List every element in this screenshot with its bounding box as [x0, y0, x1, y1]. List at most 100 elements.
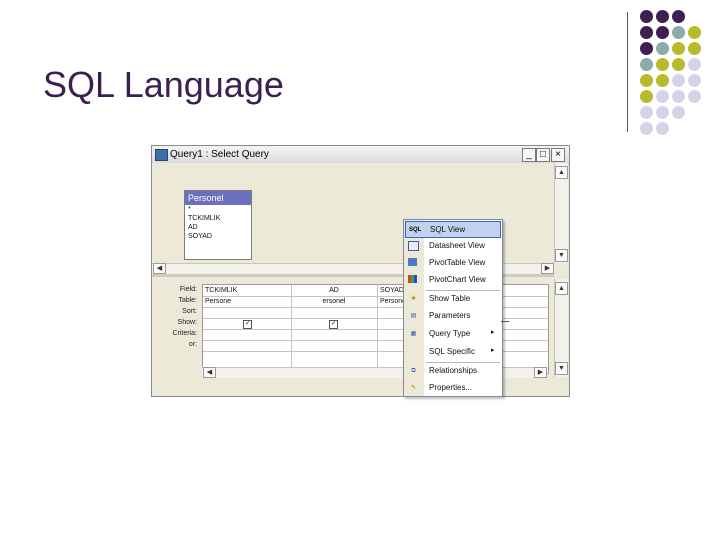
menu-item-label: Parameters: [429, 311, 471, 320]
show-checkbox[interactable]: ✓: [329, 320, 338, 329]
grid-cell-table[interactable]: Persone: [203, 296, 231, 307]
menu-item-sql-view[interactable]: SQL SQL View: [405, 221, 501, 238]
row-label-field: Field:: [179, 286, 197, 293]
decorative-dot: [640, 26, 653, 39]
menu-item-label: PivotTable View: [429, 258, 486, 267]
decorative-dot: [640, 42, 653, 55]
table-name: Personel: [185, 191, 251, 205]
decorative-dot: [640, 74, 653, 87]
menu-item-label: Properties...: [429, 383, 473, 392]
datasheet-icon: [408, 241, 419, 251]
decorative-dot: [672, 90, 685, 103]
upper-vertical-scrollbar[interactable]: ▲ ▼: [554, 163, 568, 263]
scroll-down-icon[interactable]: ▼: [555, 249, 568, 262]
decorative-dot: [672, 26, 685, 39]
submenu-arrow-icon: ▸: [491, 329, 495, 336]
field-item[interactable]: AD: [185, 223, 251, 232]
pivottable-icon: [408, 258, 417, 266]
decorative-dot: [656, 10, 669, 23]
properties-icon: ✎: [410, 385, 417, 391]
menu-item-label: Query Type: [429, 329, 471, 338]
decorative-dot: [688, 58, 701, 71]
sql-icon: SQL: [409, 227, 422, 233]
decorative-dot: [640, 90, 653, 103]
grid-cell-field[interactable]: AD: [292, 285, 374, 296]
menu-item-show-table[interactable]: ✚ Show Table: [405, 291, 501, 308]
row-label-show: Show:: [177, 319, 197, 326]
scroll-down-icon[interactable]: ▼: [555, 362, 568, 375]
pivotchart-icon: [408, 275, 417, 283]
row-label-criteria: Criteria:: [172, 330, 197, 337]
submenu-arrow-icon: ▸: [491, 347, 495, 354]
select-query-window: Query1 : Select Query _ □ × Personel * T…: [151, 145, 570, 397]
decorative-dot: [672, 42, 685, 55]
vertical-accent-line: [627, 12, 628, 132]
decorative-dot: [688, 74, 701, 87]
menu-item-pivotchart-view[interactable]: PivotChart View: [405, 272, 501, 289]
grid-cell-field[interactable]: SOYAD: [378, 285, 404, 296]
decorative-dot: [672, 10, 685, 23]
show-checkbox[interactable]: ✓: [243, 320, 252, 329]
row-label-table: Table:: [178, 297, 197, 304]
minimize-button[interactable]: _: [522, 148, 536, 162]
grid-cell-table[interactable]: Persone: [378, 296, 406, 307]
decorative-dot: [640, 10, 653, 23]
menu-item-sql-specific[interactable]: SQL Specific ▸: [405, 344, 501, 361]
field-item[interactable]: *: [185, 205, 251, 214]
scroll-left-icon[interactable]: ◀: [153, 263, 166, 274]
query-icon: [155, 149, 168, 161]
scroll-up-icon[interactable]: ▲: [555, 282, 568, 295]
decorative-dot: [656, 106, 669, 119]
show-table-icon: ✚: [410, 296, 417, 302]
decorative-dot: [688, 42, 701, 55]
grid-vertical-scrollbar[interactable]: ▲ ▼: [554, 279, 568, 377]
row-label-or: or:: [188, 341, 197, 348]
table-field-list[interactable]: Personel * TCKIMLIK AD SOYAD: [184, 190, 252, 260]
menu-item-query-type[interactable]: ▦ Query Type ▸: [405, 326, 501, 343]
parameters-icon: ▤: [410, 313, 417, 319]
menu-item-pivottable-view[interactable]: PivotTable View: [405, 255, 501, 272]
scroll-left-icon[interactable]: ◀: [203, 367, 216, 378]
decorative-dot: [640, 58, 653, 71]
scroll-right-icon[interactable]: ▶: [541, 263, 554, 274]
relationships-icon: ⧉: [411, 368, 416, 374]
decorative-dot: [672, 74, 685, 87]
decorative-dot: [656, 26, 669, 39]
menu-item-properties[interactable]: ✎ Properties...: [405, 380, 501, 397]
scroll-right-icon[interactable]: ▶: [534, 367, 547, 378]
menu-item-label: SQL Specific: [429, 347, 475, 356]
menu-item-label: Relationships: [429, 366, 478, 375]
decorative-dot: [688, 90, 701, 103]
maximize-button[interactable]: □: [536, 148, 550, 162]
decorative-dot: [688, 26, 701, 39]
menu-item-parameters[interactable]: ▤ Parameters: [405, 308, 501, 325]
window-titlebar: Query1 : Select Query _ □ ×: [152, 146, 569, 164]
row-label-sort: Sort:: [182, 308, 197, 315]
decorative-dot: [640, 106, 653, 119]
menu-item-datasheet-view[interactable]: Datasheet View: [405, 238, 501, 255]
decorative-dot: [656, 90, 669, 103]
grid-column-edge: [501, 321, 509, 322]
grid-cell-field[interactable]: TCKIMLIK: [203, 285, 237, 296]
query-type-icon: ▦: [410, 331, 417, 337]
decorative-dot: [656, 74, 669, 87]
menu-item-label: Show Table: [429, 294, 471, 303]
decorative-dot-grid: [640, 10, 720, 145]
decorative-dot: [656, 58, 669, 71]
decorative-dot: [656, 42, 669, 55]
scroll-up-icon[interactable]: ▲: [555, 166, 568, 179]
menu-item-relationships[interactable]: ⧉ Relationships: [405, 363, 501, 380]
decorative-dot: [672, 58, 685, 71]
field-item[interactable]: SOYAD: [185, 232, 251, 241]
menu-item-label: SQL View: [430, 225, 466, 234]
close-button[interactable]: ×: [551, 148, 565, 162]
context-menu: SQL SQL View Datasheet View PivotTable V…: [403, 219, 503, 397]
window-title: Query1 : Select Query: [170, 149, 269, 160]
decorative-dot: [672, 106, 685, 119]
field-item[interactable]: TCKIMLIK: [185, 214, 251, 223]
menu-item-label: PivotChart View: [429, 275, 486, 284]
grid-cell-table[interactable]: ersonel: [292, 296, 374, 307]
slide-title: SQL Language: [43, 64, 284, 105]
decorative-dot: [656, 122, 669, 135]
menu-item-label: Datasheet View: [429, 241, 485, 250]
